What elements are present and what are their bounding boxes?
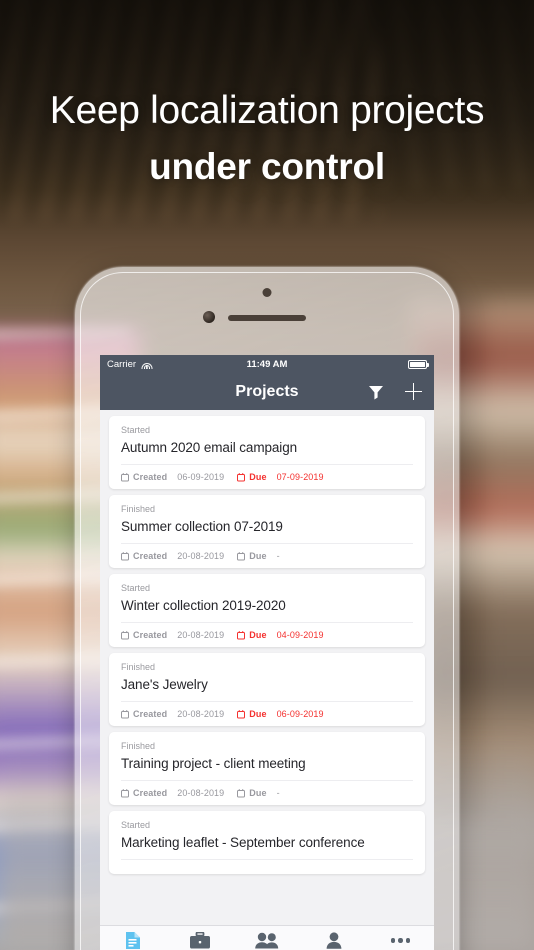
project-status: Finished bbox=[121, 662, 156, 672]
calendar-icon bbox=[237, 551, 246, 560]
created-value: 20-08-2019 bbox=[177, 551, 225, 561]
navigation-actions bbox=[368, 383, 422, 400]
calendar-icon bbox=[237, 788, 246, 797]
project-meta: Created 20-08-2019 Due 04-09-2019 bbox=[121, 630, 413, 640]
project-card[interactable]: Finished Jane's Jewelry Created 20-08-20… bbox=[109, 653, 425, 726]
project-meta: Created 20-08-2019 Due - bbox=[121, 788, 413, 798]
project-card[interactable]: Started Autumn 2020 email campaign Creat… bbox=[109, 416, 425, 489]
created-value: 20-08-2019 bbox=[177, 630, 225, 640]
calendar-icon bbox=[121, 788, 129, 797]
ellipsis-icon bbox=[367, 931, 434, 950]
created-label: Created bbox=[133, 709, 168, 719]
created-value: 20-08-2019 bbox=[177, 788, 225, 798]
status-bar: Carrier 11:49 AM bbox=[100, 355, 434, 373]
created-label: Created bbox=[133, 630, 168, 640]
project-status: Finished bbox=[121, 741, 156, 751]
navigation-bar: Projects bbox=[100, 373, 434, 410]
project-status: Started bbox=[121, 425, 151, 435]
project-title: Autumn 2020 email campaign bbox=[121, 440, 298, 455]
due-label: Due bbox=[249, 788, 267, 798]
card-divider bbox=[121, 622, 413, 623]
card-divider bbox=[121, 543, 413, 544]
tab-more[interactable]: More bbox=[367, 931, 434, 950]
project-title: Winter collection 2019-2020 bbox=[121, 598, 286, 613]
project-meta: Created 20-08-2019 Due 06-09-2019 bbox=[121, 709, 413, 719]
project-title: Summer collection 07-2019 bbox=[121, 519, 283, 534]
tab-bar: Projects Customers bbox=[100, 925, 434, 950]
project-title: Marketing leaflet - September conference bbox=[121, 835, 365, 850]
due-group: Due 04-09-2019 bbox=[237, 630, 324, 640]
project-card[interactable]: Started Marketing leaflet - September co… bbox=[109, 811, 425, 874]
created-group: Created 20-08-2019 bbox=[121, 788, 224, 798]
person-icon bbox=[300, 931, 367, 950]
created-value: 20-08-2019 bbox=[177, 709, 225, 719]
created-label: Created bbox=[133, 788, 168, 798]
headline-line-2: under control bbox=[149, 146, 385, 188]
project-meta: Created 06-09-2019 Due 07-09-2019 bbox=[121, 472, 413, 482]
add-project-button[interactable] bbox=[405, 383, 422, 400]
headline-line-1: Keep localization projects bbox=[49, 89, 485, 132]
created-label: Created bbox=[133, 551, 168, 561]
card-divider bbox=[121, 701, 413, 702]
calendar-icon bbox=[237, 709, 246, 718]
card-divider bbox=[121, 859, 413, 860]
calendar-icon bbox=[237, 630, 246, 639]
due-group: Due 07-09-2019 bbox=[237, 472, 324, 482]
tab-account[interactable]: Account bbox=[300, 931, 367, 950]
two-people-icon bbox=[234, 931, 301, 950]
calendar-icon bbox=[121, 630, 129, 639]
project-status: Started bbox=[121, 583, 151, 593]
phone-mockup: Carrier 11:49 AM Projects Started Autumn… bbox=[75, 267, 459, 950]
due-value: - bbox=[276, 788, 280, 798]
due-value: 06-09-2019 bbox=[276, 709, 324, 719]
created-group: Created 20-08-2019 bbox=[121, 630, 224, 640]
due-group: Due - bbox=[237, 551, 280, 561]
front-camera bbox=[203, 311, 215, 323]
created-value: 06-09-2019 bbox=[177, 472, 225, 482]
filter-funnel-icon[interactable] bbox=[368, 384, 384, 400]
phone-screen: Carrier 11:49 AM Projects Started Autumn… bbox=[100, 355, 434, 950]
due-value: - bbox=[276, 551, 280, 561]
earpiece-speaker bbox=[228, 315, 306, 321]
status-bar-time: 11:49 AM bbox=[246, 358, 288, 370]
due-label: Due bbox=[249, 472, 267, 482]
project-card[interactable]: Finished Summer collection 07-2019 Creat… bbox=[109, 495, 425, 568]
due-group: Due 06-09-2019 bbox=[237, 709, 324, 719]
battery-icon bbox=[408, 359, 429, 369]
due-group: Due - bbox=[237, 788, 280, 798]
project-status: Finished bbox=[121, 504, 156, 514]
calendar-icon bbox=[121, 472, 129, 481]
created-group: Created 20-08-2019 bbox=[121, 709, 224, 719]
created-group: Created 20-08-2019 bbox=[121, 551, 224, 561]
card-divider bbox=[121, 780, 413, 781]
tab-customers[interactable]: Customers bbox=[167, 931, 234, 950]
due-label: Due bbox=[249, 630, 267, 640]
briefcase-icon bbox=[167, 931, 234, 950]
proximity-sensor bbox=[262, 288, 272, 297]
tab-users[interactable]: Users bbox=[234, 931, 301, 950]
card-divider bbox=[121, 464, 413, 465]
due-label: Due bbox=[249, 709, 267, 719]
due-label: Due bbox=[249, 551, 267, 561]
calendar-icon bbox=[237, 472, 246, 481]
calendar-icon bbox=[121, 709, 129, 718]
project-status: Started bbox=[121, 820, 151, 830]
due-value: 04-09-2019 bbox=[276, 630, 324, 640]
project-meta: Created 20-08-2019 Due - bbox=[121, 551, 413, 561]
project-card[interactable]: Finished Training project - client meeti… bbox=[109, 732, 425, 805]
calendar-icon bbox=[121, 551, 129, 560]
created-label: Created bbox=[133, 472, 168, 482]
project-list[interactable]: Started Autumn 2020 email campaign Creat… bbox=[100, 410, 434, 950]
due-value: 07-09-2019 bbox=[276, 472, 324, 482]
tab-projects[interactable]: Projects bbox=[100, 931, 167, 950]
project-card[interactable]: Started Winter collection 2019-2020 Crea… bbox=[109, 574, 425, 647]
marketing-headline: Keep localization projects under control bbox=[0, 89, 534, 188]
project-title: Jane's Jewelry bbox=[121, 677, 208, 692]
project-title: Training project - client meeting bbox=[121, 756, 306, 771]
created-group: Created 06-09-2019 bbox=[121, 472, 224, 482]
document-icon bbox=[100, 931, 167, 950]
